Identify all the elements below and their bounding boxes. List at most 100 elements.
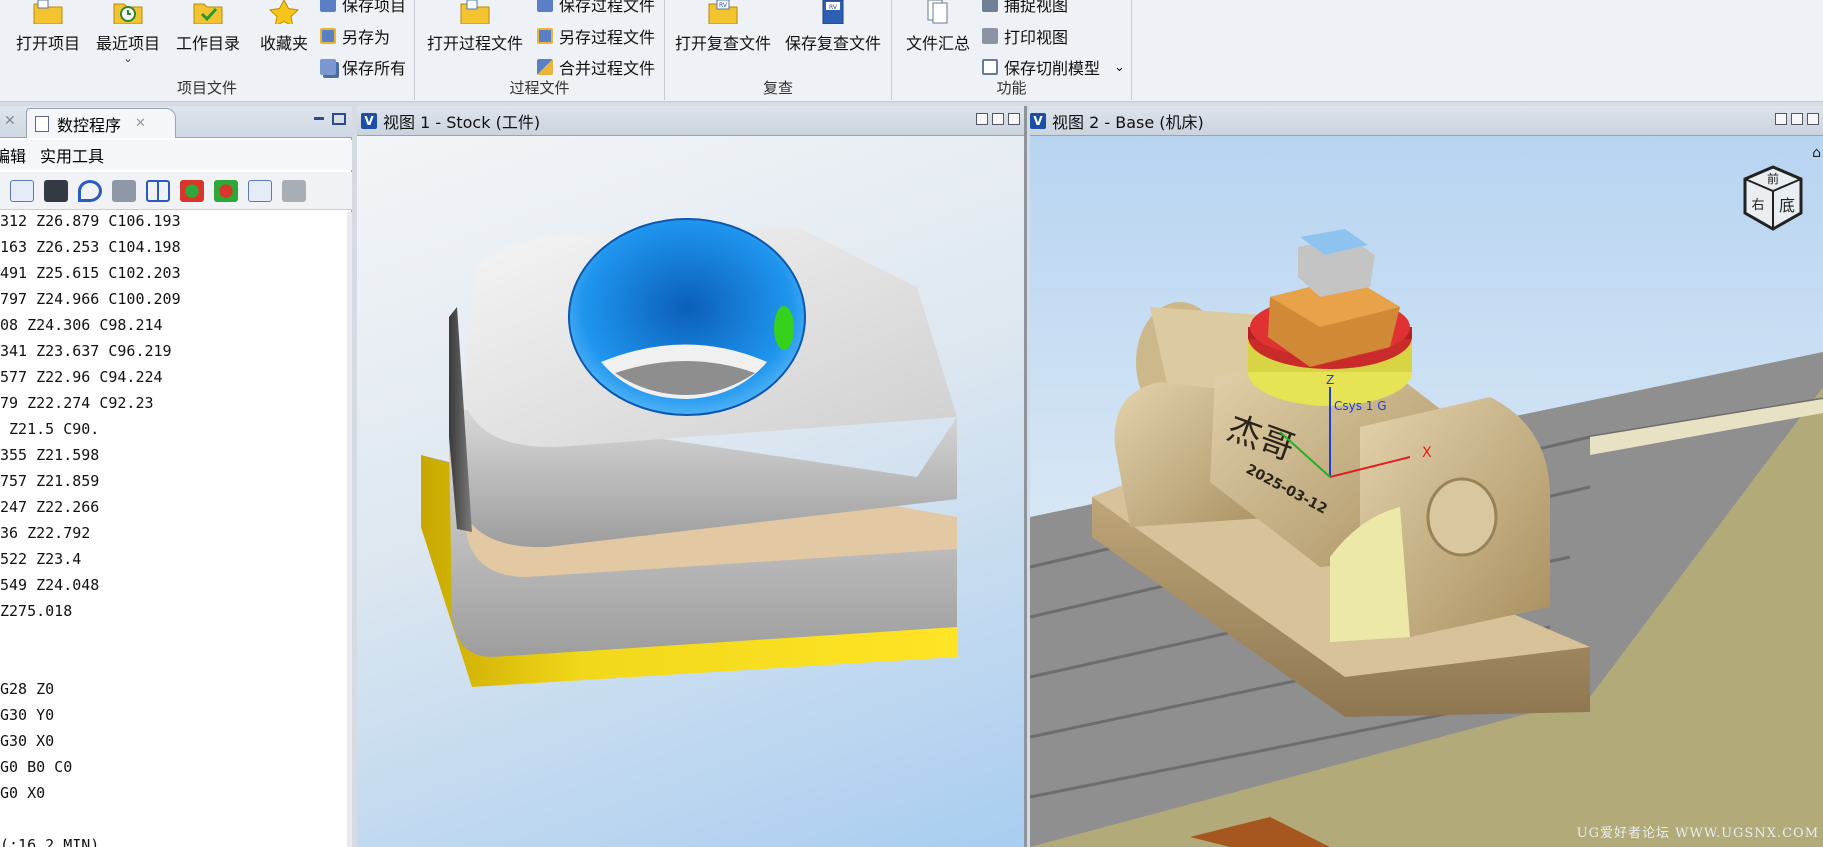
- code-line: 341 Z23.637 C96.219: [0, 342, 172, 360]
- stock-3d-canvas[interactable]: [357, 137, 1024, 847]
- tab-nc-program[interactable]: 数控程序 ✕: [26, 108, 176, 138]
- code-line: 36 Z22.792: [0, 524, 91, 542]
- save-all-icon: [320, 59, 336, 75]
- axis-x-label: X: [1422, 445, 1432, 461]
- print-view-button[interactable]: 打印视图: [982, 24, 1068, 48]
- capture-view-button[interactable]: 捕捉视图: [982, 0, 1068, 16]
- code-line: G0 X0: [0, 784, 46, 802]
- recent-projects-button[interactable]: 最近项目 ⌄: [92, 0, 164, 65]
- open-process-file-button[interactable]: 打开过程文件: [425, 0, 525, 54]
- disabled-file-icon: [282, 180, 306, 202]
- star-icon: [268, 0, 300, 24]
- group-label: 功能: [996, 79, 1027, 97]
- code-line: (:16.2 MIN): [0, 836, 100, 847]
- group-review: RV 打开复查文件 RV 保存复查文件 复查: [665, 0, 892, 100]
- cube-top-label: 前: [1767, 171, 1779, 186]
- code-line: Z21.5 C90.: [0, 420, 100, 438]
- group-functions: 文件汇总 捕捉视图 打印视图 保存切削模型 ⌄ 功能: [892, 0, 1132, 100]
- code-scrollbar[interactable]: [347, 212, 352, 847]
- cube-left-label: 右: [1751, 198, 1764, 213]
- split-view-icon[interactable]: [146, 180, 170, 202]
- csys-label: Csys 1 G: [1334, 399, 1387, 413]
- save-process-file-as-button[interactable]: 另存过程文件: [537, 24, 655, 48]
- open-review-file-button[interactable]: RV 打开复查文件: [673, 0, 773, 54]
- save-all-button[interactable]: 保存所有: [320, 55, 406, 79]
- nc-program-panel: ✕ 数控程序 ✕ 编辑 实用工具 312 Z26.879 C106.193 163…: [0, 106, 352, 847]
- save-cut-model-button[interactable]: 保存切削模型 ⌄: [982, 55, 1125, 79]
- code-line: G30 Y0: [0, 706, 55, 724]
- viewport-stock[interactable]: V 视图 1 - Stock (工件): [357, 106, 1027, 847]
- binoculars-icon[interactable]: [44, 180, 68, 202]
- code-line: 522 Z23.4: [0, 550, 82, 568]
- code-line: G0 B0 C0: [0, 758, 73, 776]
- menu-utilities[interactable]: 实用工具: [40, 143, 104, 167]
- viewport-header: V 视图 1 - Stock (工件): [357, 106, 1024, 136]
- viewport-controls: [976, 113, 1020, 125]
- chevron-down-icon[interactable]: ⌄: [1114, 60, 1125, 75]
- merge-process-file-button[interactable]: 合并过程文件: [537, 55, 655, 79]
- home-icon[interactable]: ⌂: [1812, 145, 1821, 161]
- code-line: 79 Z22.274 C92.23: [0, 394, 154, 412]
- save-review-file-button[interactable]: RV 保存复查文件: [783, 0, 883, 54]
- code-line: 549 Z24.048: [0, 576, 100, 594]
- group-label: 项目文件: [176, 79, 237, 97]
- save-icon: [537, 0, 553, 12]
- printer-icon[interactable]: [112, 180, 136, 202]
- viewport-title: 视图 1 - Stock (工件): [383, 112, 541, 132]
- cut-model-icon: [982, 59, 998, 75]
- check-nc-icon[interactable]: [10, 180, 34, 202]
- undo-icon[interactable]: [78, 180, 102, 202]
- save-project-button[interactable]: 保存项目: [320, 0, 406, 16]
- file-summary-button[interactable]: 文件汇总: [898, 0, 978, 54]
- viewport-controls: [1775, 113, 1819, 125]
- svg-text:RV: RV: [829, 4, 838, 11]
- move-up-icon[interactable]: [180, 180, 204, 202]
- view-cube[interactable]: 前 右 底: [1731, 159, 1809, 237]
- maximize-icon[interactable]: [992, 113, 1004, 125]
- documents-icon: [927, 0, 948, 24]
- code-line: 797 Z24.966 C100.209: [0, 290, 181, 308]
- printer-icon: [982, 28, 998, 44]
- machine-model: 杰哥 2025-03-12 X Z Csys 1 G: [1030, 229, 1823, 847]
- stock-model: [421, 218, 957, 687]
- code-line: 355 Z21.598: [0, 446, 100, 464]
- viewport-machine[interactable]: V 视图 2 - Base (机床) 杰哥 2025-03-12 X Z Csy…: [1030, 106, 1823, 847]
- code-line: 247 Z22.266: [0, 498, 100, 516]
- open-folder-icon: [33, 0, 63, 24]
- group-label: 过程文件: [509, 79, 570, 97]
- move-down-icon[interactable]: [214, 180, 238, 202]
- save-process-file-button[interactable]: 保存过程文件: [537, 0, 655, 16]
- vericut-icon: V: [361, 112, 377, 129]
- save-as-icon: [320, 28, 336, 44]
- save-as-button[interactable]: 另存为: [320, 24, 390, 48]
- minimize-icon[interactable]: [314, 117, 324, 120]
- close-icon[interactable]: ✕: [4, 113, 16, 129]
- open-project-button[interactable]: 打开项目: [12, 0, 84, 54]
- close-icon[interactable]: [1807, 113, 1819, 125]
- nc-export-icon[interactable]: [248, 180, 272, 202]
- code-line: 577 Z22.96 C94.224: [0, 368, 163, 386]
- code-line: 08 Z24.306 C98.214: [0, 316, 163, 334]
- machine-3d-canvas[interactable]: 杰哥 2025-03-12 X Z Csys 1 G ⌂ 前 右 底 UG爱好者…: [1030, 137, 1823, 847]
- minimize-icon[interactable]: [1775, 113, 1787, 125]
- favorites-button[interactable]: 收藏夹: [252, 0, 316, 54]
- code-line: G30 X0: [0, 732, 55, 750]
- camera-icon: [982, 0, 998, 12]
- maximize-icon[interactable]: [1791, 113, 1803, 125]
- minimize-icon[interactable]: [976, 113, 988, 125]
- viewport-header: V 视图 2 - Base (机床): [1030, 106, 1823, 136]
- work-directory-button[interactable]: 工作目录: [172, 0, 244, 54]
- code-line: Z275.018: [0, 602, 73, 620]
- nc-code-listing[interactable]: 312 Z26.879 C106.193 163 Z26.253 C104.198…: [0, 212, 347, 847]
- axis-z-label: Z: [1326, 373, 1334, 387]
- save-as-icon: [537, 28, 553, 44]
- close-icon[interactable]: [1008, 113, 1020, 125]
- close-icon[interactable]: ✕: [135, 116, 146, 131]
- float-window-icon[interactable]: [332, 113, 346, 125]
- nc-file-icon: [35, 115, 49, 132]
- code-line: 163 Z26.253 C104.198: [0, 238, 181, 256]
- menu-edit[interactable]: 编辑: [0, 143, 26, 167]
- code-line: 491 Z25.615 C102.203: [0, 264, 181, 282]
- group-label: 复查: [762, 79, 793, 97]
- code-line: 312 Z26.879 C106.193: [0, 212, 181, 230]
